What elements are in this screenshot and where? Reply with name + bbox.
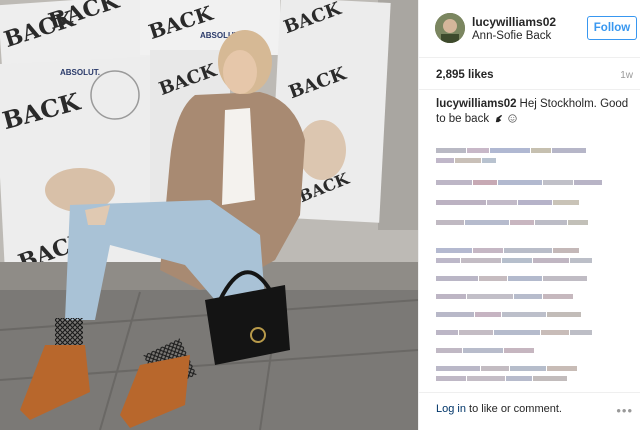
blurred-comment xyxy=(436,248,580,253)
blurred-comment xyxy=(436,330,593,335)
post-location[interactable]: Ann-Sofie Back xyxy=(472,30,551,42)
blurred-comment xyxy=(436,200,580,205)
avatar-image xyxy=(435,13,465,43)
post-caption: lucywilliams02 Hej Stockholm. Good to be … xyxy=(436,97,636,127)
post-side-panel: lucywilliams02 Ann-Sofie Back Follow 2,8… xyxy=(418,0,640,430)
blurred-comment xyxy=(436,148,587,153)
login-prompt: Log in to like or comment. xyxy=(436,403,562,415)
blurred-comment xyxy=(436,294,574,299)
post-header: lucywilliams02 Ann-Sofie Back Follow xyxy=(419,0,640,58)
post-time[interactable]: 1w xyxy=(620,70,633,81)
blurred-comment xyxy=(436,366,578,371)
login-prompt-text: to like or comment. xyxy=(465,403,562,415)
poster-brand: ABSOLUT. xyxy=(60,68,100,77)
blurred-comment xyxy=(436,312,582,317)
wave-emoji-icon xyxy=(496,115,503,123)
blurred-comment xyxy=(436,276,588,281)
post-footer: Log in to like or comment. ••• xyxy=(419,392,640,430)
post-stats: 2,895 likes 1w xyxy=(419,58,640,90)
likes-count[interactable]: 2,895 likes xyxy=(436,69,494,81)
blurred-comment xyxy=(436,376,568,381)
blurred-comment xyxy=(436,258,593,263)
blurred-comment xyxy=(436,180,603,185)
caption-username[interactable]: lucywilliams02 xyxy=(436,98,517,110)
ellipsis-icon[interactable]: ••• xyxy=(616,403,633,418)
post-photo[interactable]: BACK BACK BACK BACK BACK BACK BACK BACK … xyxy=(0,0,418,430)
photo-scene: BACK BACK BACK BACK BACK BACK BACK BACK … xyxy=(0,0,418,430)
post-username[interactable]: lucywilliams02 xyxy=(472,15,556,29)
blurred-comment xyxy=(436,158,497,163)
blurred-comment xyxy=(436,220,589,225)
blurred-comment xyxy=(436,348,535,353)
login-link[interactable]: Log in xyxy=(436,403,466,415)
smile-emoji-icon xyxy=(508,114,518,124)
avatar[interactable] xyxy=(435,13,465,43)
follow-button[interactable]: Follow xyxy=(587,16,637,40)
